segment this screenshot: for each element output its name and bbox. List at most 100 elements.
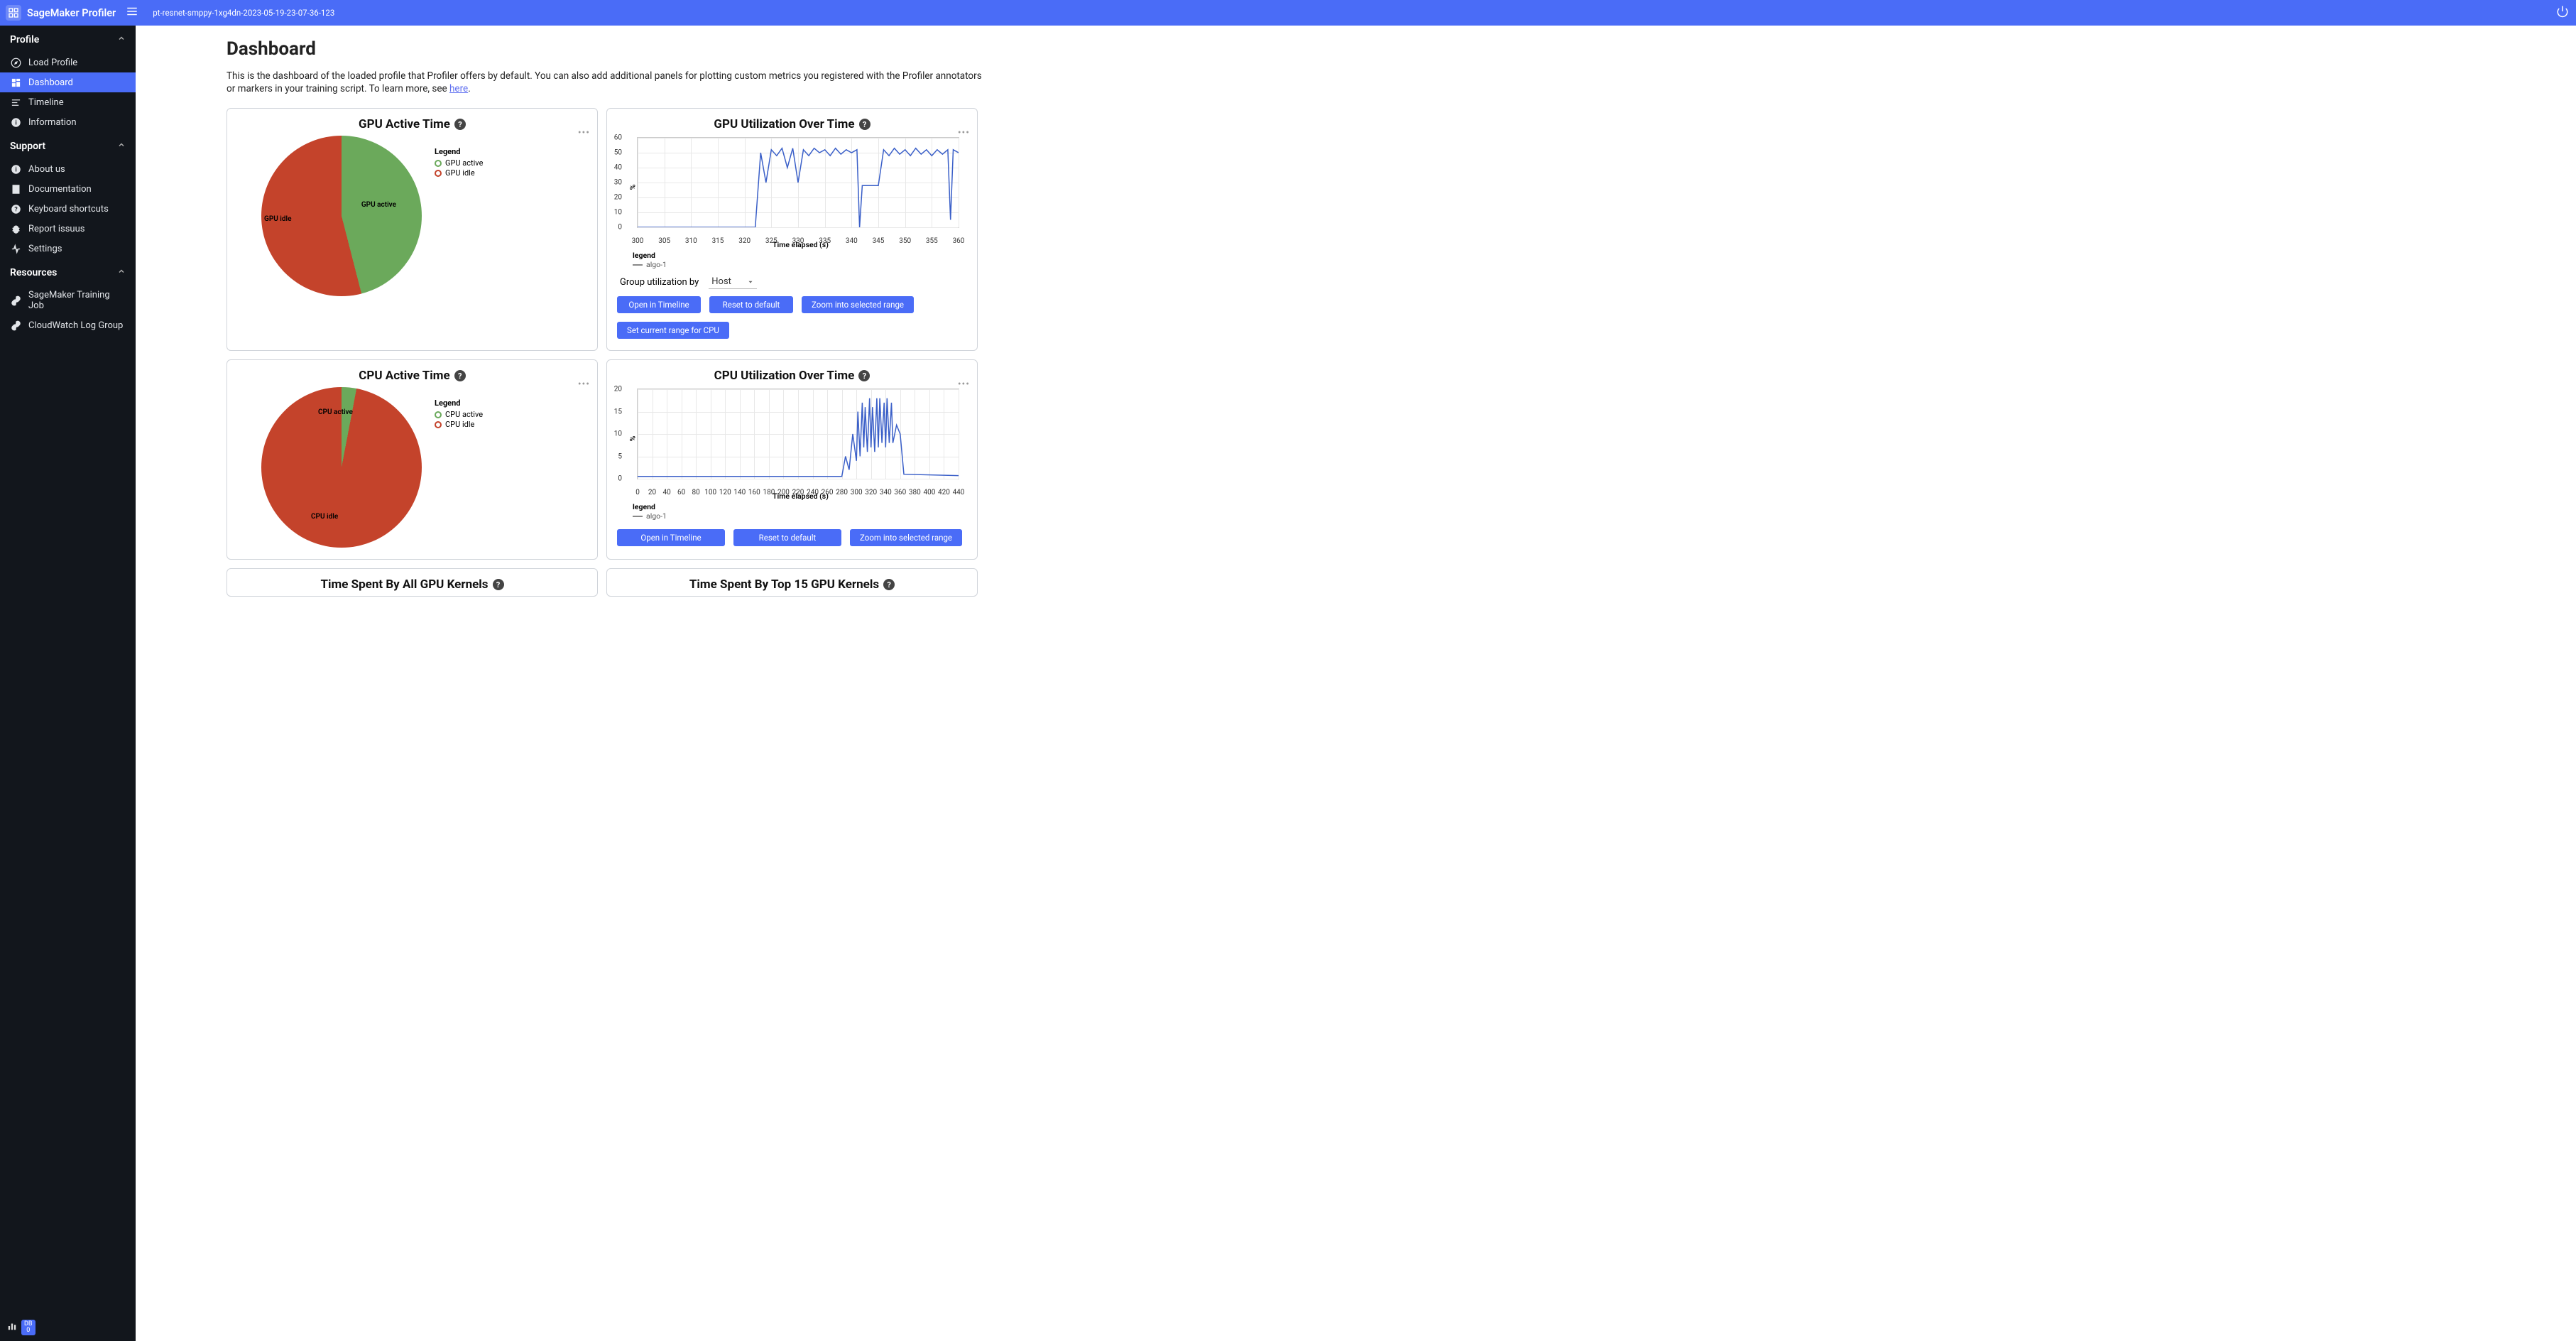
help-icon[interactable]: ? — [859, 119, 871, 130]
info-icon: i — [10, 116, 21, 128]
help-icon[interactable]: ? — [883, 579, 895, 590]
card-title-text: CPU Active Time — [359, 369, 449, 383]
sidebar-section-label: Profile — [10, 34, 39, 45]
power-icon[interactable] — [2556, 5, 2569, 21]
chevron-down-icon — [747, 278, 754, 286]
card-menu-icon[interactable]: ••• — [578, 127, 590, 139]
hamburger-icon[interactable] — [126, 5, 138, 21]
group-by-label: Group utilization by — [620, 277, 699, 288]
sidebar-item-timeline[interactable]: Timeline — [0, 92, 136, 112]
y-axis-label: % — [628, 185, 637, 190]
help-icon[interactable]: ? — [858, 370, 870, 381]
card-title-text: CPU Utilization Over Time — [714, 369, 855, 383]
sidebar-item-about[interactable]: i About us — [0, 159, 136, 179]
sidebar-item-label: Report issuus — [28, 224, 84, 234]
zoom-selected-button[interactable]: Zoom into selected range — [802, 296, 914, 313]
learn-more-link[interactable]: here — [449, 83, 468, 94]
page-description: This is the dashboard of the loaded prof… — [227, 70, 986, 95]
app-title: SageMaker Profiler — [27, 7, 116, 19]
card-gpu-active-time: GPU Active Time ? ••• GPU active GPU idl… — [227, 108, 598, 351]
bug-icon — [10, 223, 21, 234]
pie-chart-cpu: CPU active CPU idle — [261, 387, 422, 548]
legend-swatch — [435, 421, 442, 428]
card-gpu-utilization: GPU Utilization Over Time ? ••• % 010203… — [606, 108, 978, 351]
pie-slice-label: CPU idle — [311, 513, 338, 521]
sidebar-footer: DB 0 — [0, 1314, 136, 1341]
legend-title: legend — [633, 502, 967, 511]
sidebar-item-documentation[interactable]: Documentation — [0, 179, 136, 199]
topbar: SageMaker Profiler pt-resnet-smppy-1xg4d… — [0, 0, 2576, 26]
sidebar-item-settings[interactable]: Settings — [0, 239, 136, 259]
zoom-selected-button[interactable]: Zoom into selected range — [850, 529, 962, 546]
sidebar-item-label: Documentation — [28, 184, 92, 195]
open-timeline-button[interactable]: Open in Timeline — [617, 296, 701, 313]
sidebar-section-resources[interactable]: Resources — [0, 259, 136, 286]
legend-title: Legend — [435, 398, 483, 408]
sidebar-item-label: Dashboard — [28, 77, 73, 88]
pie-legend: Legend CPU active CPU idle — [435, 398, 483, 430]
db-badge[interactable]: DB 0 — [21, 1320, 36, 1335]
sidebar-item-report[interactable]: Report issuus — [0, 219, 136, 239]
legend-dash — [633, 516, 643, 517]
sidebar-section-profile[interactable]: Profile — [0, 26, 136, 53]
chevron-up-icon — [117, 267, 126, 278]
pie-slice-label: GPU idle — [264, 215, 292, 223]
sidebar-item-label: Timeline — [28, 97, 64, 108]
help-icon: ? — [10, 203, 21, 215]
x-axis-label: Time elapsed (s) — [773, 240, 829, 249]
legend-title: legend — [633, 251, 967, 260]
sidebar-item-cloudwatch[interactable]: CloudWatch Log Group — [0, 315, 136, 335]
card-gpu-kernels-top: Time Spent By Top 15 GPU Kernels ? — [606, 568, 978, 597]
help-icon[interactable]: ? — [493, 579, 504, 590]
open-timeline-button[interactable]: Open in Timeline — [617, 529, 725, 546]
chart-legend: legend algo-1 — [633, 502, 967, 521]
sidebar: Profile Load Profile Dashboard Timeline … — [0, 26, 136, 1341]
sidebar-item-label: Settings — [28, 244, 62, 254]
legend-label: algo-1 — [646, 260, 667, 269]
chart-icon[interactable] — [7, 1321, 17, 1334]
group-by-select[interactable]: Host — [709, 275, 757, 289]
legend-title: Legend — [435, 147, 483, 156]
card-menu-icon[interactable]: ••• — [578, 379, 590, 390]
sidebar-item-information[interactable]: i Information — [0, 112, 136, 132]
legend-dash — [633, 264, 643, 266]
card-gpu-kernels-all: Time Spent By All GPU Kernels ? — [227, 568, 598, 597]
desc-text: This is the dashboard of the loaded prof… — [227, 70, 982, 94]
card-cpu-active-time: CPU Active Time ? ••• CPU active CPU idl… — [227, 359, 598, 560]
sidebar-item-label: SageMaker Training Job — [28, 290, 126, 311]
app-logo — [6, 5, 21, 21]
chevron-up-icon — [117, 141, 126, 152]
pie-legend: Legend GPU active GPU idle — [435, 147, 483, 178]
sidebar-item-dashboard[interactable]: Dashboard — [0, 72, 136, 92]
legend-swatch — [435, 170, 442, 177]
help-icon[interactable]: ? — [454, 370, 466, 381]
sidebar-item-shortcuts[interactable]: ? Keyboard shortcuts — [0, 199, 136, 219]
svg-text:?: ? — [14, 206, 18, 213]
pie-slice-label: CPU active — [318, 408, 353, 416]
sidebar-item-label: About us — [28, 164, 65, 175]
card-title-text: Time Spent By All GPU Kernels — [320, 577, 488, 592]
sidebar-item-training-job[interactable]: SageMaker Training Job — [0, 286, 136, 315]
line-chart-cpu: 0510152002040608010012014016018020022024… — [637, 389, 959, 479]
settings-icon — [10, 243, 21, 254]
set-range-cpu-button[interactable]: Set current range for CPU — [617, 322, 729, 339]
legend-swatch — [435, 160, 442, 167]
reset-default-button[interactable]: Reset to default — [709, 296, 793, 313]
legend-label: CPU active — [445, 410, 483, 419]
badge-count: 0 — [24, 1328, 33, 1334]
svg-text:i: i — [15, 166, 16, 173]
compass-icon — [10, 57, 21, 68]
sidebar-section-label: Resources — [10, 267, 57, 278]
help-icon[interactable]: ? — [454, 119, 466, 130]
legend-label: CPU idle — [445, 420, 474, 429]
svg-text:i: i — [15, 119, 16, 126]
chart-legend: legend algo-1 — [633, 251, 967, 269]
sidebar-item-load-profile[interactable]: Load Profile — [0, 53, 136, 72]
legend-label: GPU active — [445, 158, 483, 168]
sidebar-item-label: Information — [28, 117, 77, 128]
reset-default-button[interactable]: Reset to default — [733, 529, 841, 546]
sidebar-section-support[interactable]: Support — [0, 132, 136, 159]
chevron-up-icon — [117, 34, 126, 45]
line-chart-gpu: 0102030405060300305310315320325330335340… — [637, 137, 959, 228]
timeline-icon — [10, 97, 21, 108]
